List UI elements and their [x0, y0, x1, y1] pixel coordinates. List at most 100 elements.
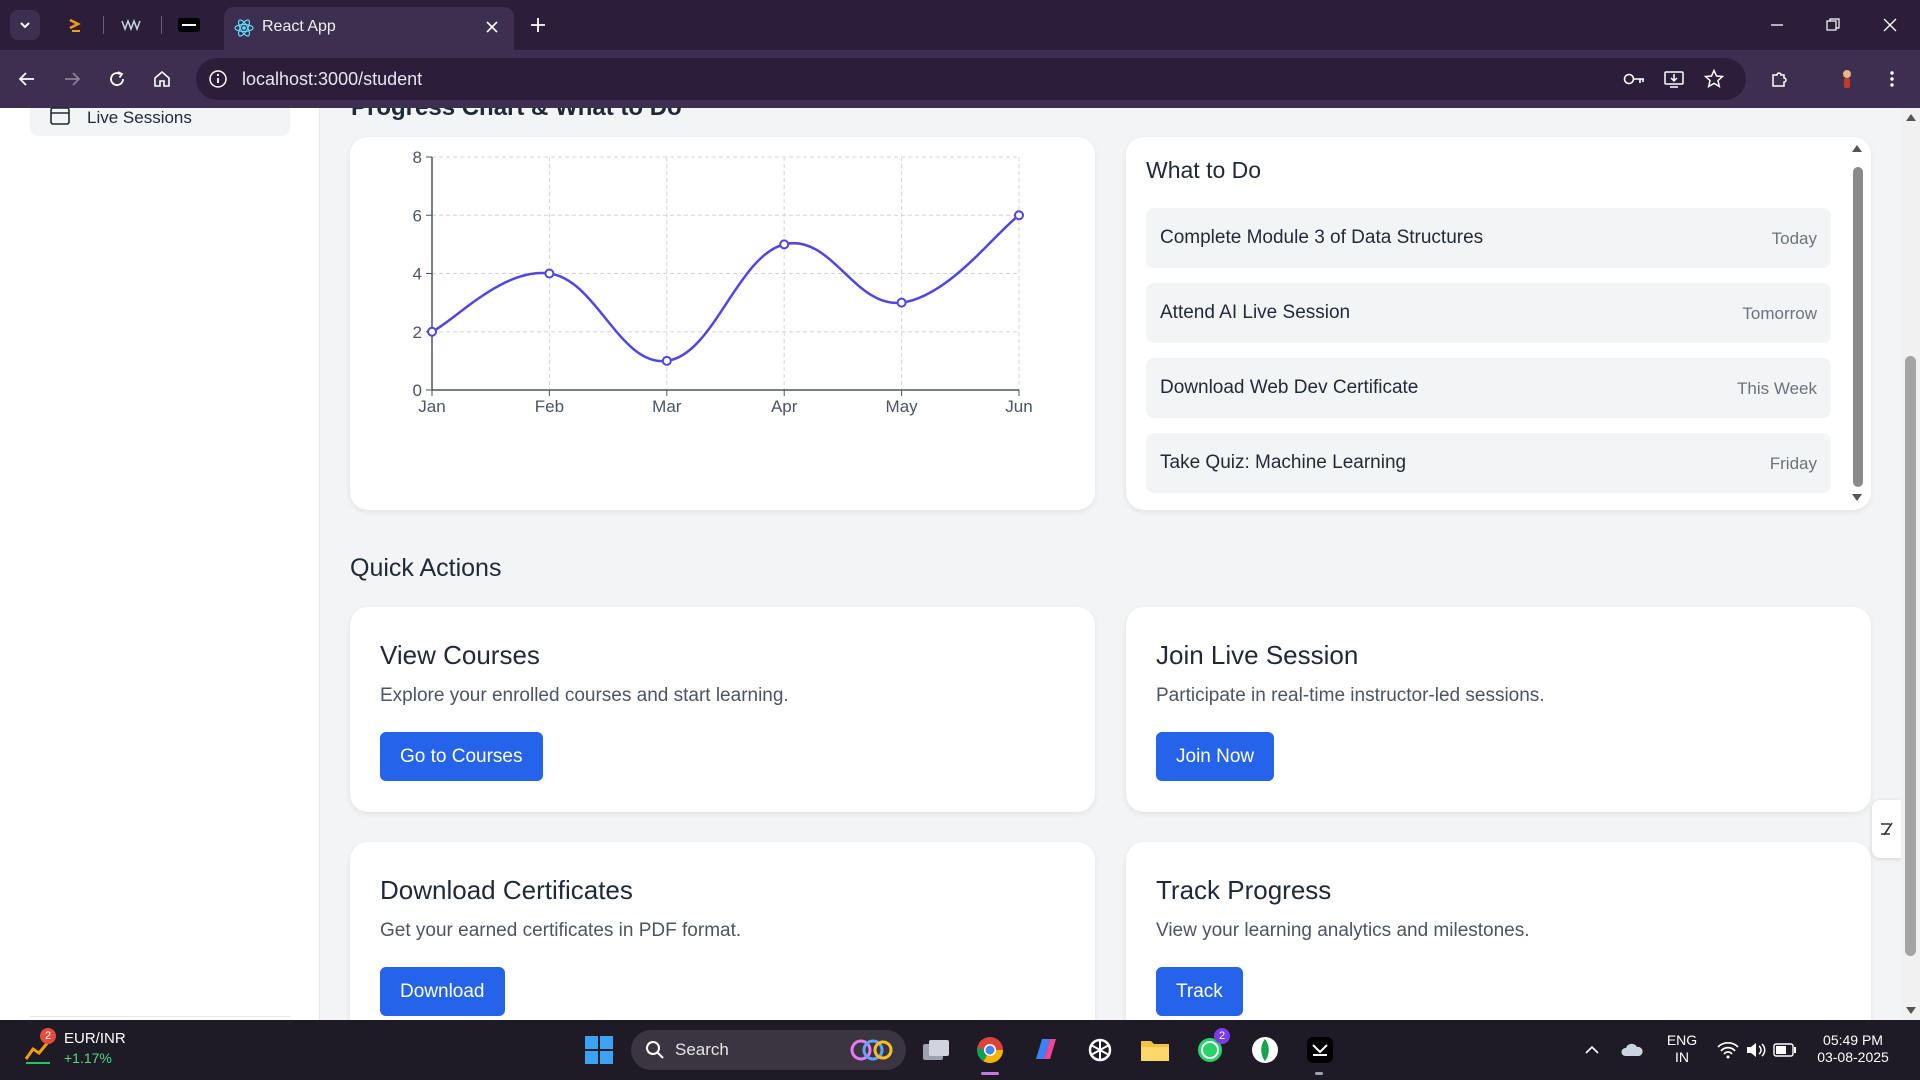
url-text[interactable]: localhost:3000/student: [242, 69, 422, 90]
track-progress-card: Track Progress View your learning analyt…: [1126, 842, 1871, 1020]
plus-icon: [531, 18, 545, 32]
clock-date: 03-08-2025: [1817, 1049, 1889, 1065]
minimize-button[interactable]: [1764, 12, 1790, 38]
close-icon: [1883, 18, 1897, 32]
todo-task: Complete Module 3 of Data Structures: [1160, 227, 1484, 248]
todo-item[interactable]: Download Web Dev Certificate This Week: [1146, 358, 1831, 418]
page-scrollbar[interactable]: [1901, 108, 1920, 1020]
tab-separator: [161, 16, 162, 34]
react-logo-icon: [234, 19, 254, 37]
extensions-button[interactable]: [1766, 65, 1794, 93]
address-bar[interactable]: localhost:3000/student: [196, 58, 1746, 100]
taskbar-app[interactable]: [1300, 1030, 1340, 1070]
close-icon: [486, 21, 498, 33]
running-indicator: [1315, 1072, 1323, 1075]
battery-button[interactable]: [1765, 1030, 1805, 1070]
todo-task: Download Web Dev Certificate: [1160, 377, 1419, 398]
new-tab-button[interactable]: [526, 13, 550, 37]
tab-title: React App: [262, 18, 336, 35]
sidebar-item-live-sessions[interactable]: Live Sessions: [30, 107, 290, 136]
chart-data-point: [779, 239, 790, 250]
reload-button[interactable]: [103, 65, 131, 93]
taskbar: 2 EUR/INR +1.17% Search 2 ENG IN 05:49 P…: [0, 1020, 1920, 1080]
bookmark-button[interactable]: [1702, 67, 1726, 91]
tab-search-button[interactable]: [10, 10, 40, 40]
language-indicator[interactable]: ENG IN: [1660, 1032, 1704, 1066]
download-button[interactable]: Download: [380, 967, 505, 1016]
site-favicon-icon: [178, 18, 200, 32]
taskbar-mongodb[interactable]: [1245, 1030, 1285, 1070]
browser-toolbar: localhost:3000/student: [0, 50, 1920, 108]
go-to-courses-button[interactable]: Go to Courses: [380, 732, 543, 781]
taskbar-search[interactable]: Search: [631, 1030, 906, 1070]
taskbar-file-explorer[interactable]: [1135, 1030, 1175, 1070]
widget-badge: 2: [40, 1028, 56, 1044]
key-icon: [1623, 73, 1644, 85]
clock[interactable]: 05:49 PM 03-08-2025: [1808, 1032, 1898, 1066]
progress-chart-card: 0 2 4 6 8 Jan Feb Mar Apr May Jun: [350, 137, 1095, 510]
taskbar-copilot[interactable]: [1025, 1030, 1065, 1070]
scroll-down-arrow-icon[interactable]: [1851, 493, 1863, 503]
card-description: View your learning analytics and milesto…: [1156, 920, 1530, 941]
browser-menu-button[interactable]: [1878, 65, 1906, 93]
chart-y-tick-label: 6: [413, 206, 422, 225]
taskbar-chatgpt[interactable]: [1080, 1030, 1120, 1070]
install-app-button[interactable]: [1662, 67, 1686, 91]
scroll-up-arrow-icon[interactable]: [1905, 112, 1917, 122]
pinned-tab-2[interactable]: [118, 12, 144, 38]
back-button[interactable]: [13, 65, 41, 93]
tab-react-app[interactable]: React App: [224, 7, 514, 50]
chatgpt-icon: [1088, 1038, 1112, 1062]
browser-tab-bar: React App: [0, 0, 1920, 50]
site-favicon-icon: [121, 18, 141, 32]
language-code: ENG: [1666, 1032, 1698, 1048]
pinned-tab-3[interactable]: [176, 12, 202, 38]
scroll-up-arrow-icon[interactable]: [1851, 143, 1863, 153]
card-title: Track Progress: [1156, 875, 1332, 905]
card-description: Explore your enrolled courses and start …: [380, 685, 789, 706]
calendar-icon: [50, 107, 70, 125]
copilot-icon: [1036, 1039, 1056, 1059]
start-button[interactable]: [579, 1030, 619, 1070]
onedrive-button[interactable]: [1612, 1030, 1652, 1070]
join-now-button[interactable]: Join Now: [1156, 732, 1275, 781]
side-panel-toggle[interactable]: [1872, 800, 1902, 858]
home-button[interactable]: [148, 65, 176, 93]
pinned-tab-1[interactable]: [62, 12, 88, 38]
chart-x-tick-label: Jun: [1005, 397, 1032, 416]
arrow-left-icon: [18, 72, 34, 86]
todo-when: Friday: [1769, 454, 1817, 473]
download-certificates-card: Download Certificates Get your earned ce…: [350, 842, 1095, 1020]
tab-close-button[interactable]: [482, 17, 502, 37]
password-key-button[interactable]: [1622, 67, 1646, 91]
restore-icon: [1826, 18, 1840, 31]
track-button[interactable]: Track: [1156, 967, 1243, 1016]
site-info-icon[interactable]: [208, 69, 228, 89]
todo-item[interactable]: Attend AI Live Session Tomorrow: [1146, 283, 1831, 343]
taskbar-chrome[interactable]: [970, 1030, 1010, 1070]
todo-item[interactable]: Complete Module 3 of Data Structures Tod…: [1146, 208, 1831, 268]
view-courses-card: View Courses Explore your enrolled cours…: [350, 607, 1095, 812]
site-favicon-icon: [69, 18, 81, 32]
windows-logo-icon: [585, 1036, 613, 1064]
show-hidden-icons-button[interactable]: [1572, 1030, 1612, 1070]
quick-actions-heading: Quick Actions: [350, 554, 502, 582]
card-title: Download Certificates: [380, 875, 633, 905]
todo-scrollbar[interactable]: [1849, 143, 1865, 503]
page-scrollbar-thumb[interactable]: [1905, 356, 1916, 956]
arrow-right-icon: [65, 72, 81, 86]
window-close-button[interactable]: [1877, 12, 1903, 38]
search-highlight-icon: [850, 1039, 893, 1061]
chart-y-tick-label: 8: [413, 148, 422, 167]
task-view-button[interactable]: [916, 1030, 956, 1070]
todo-when: Today: [1771, 229, 1817, 248]
todo-scrollbar-thumb[interactable]: [1853, 167, 1863, 487]
forward-button[interactable]: [58, 65, 86, 93]
card-description: Get your earned certificates in PDF form…: [380, 920, 742, 941]
restore-button[interactable]: [1820, 12, 1846, 38]
todo-item[interactable]: Take Quiz: Machine Learning Friday: [1146, 433, 1831, 493]
profile-button[interactable]: [1833, 65, 1861, 93]
widget-title[interactable]: EUR/INR: [64, 1030, 126, 1047]
card-description: Participate in real-time instructor-led …: [1156, 685, 1545, 706]
scroll-down-arrow-icon[interactable]: [1905, 1006, 1917, 1016]
